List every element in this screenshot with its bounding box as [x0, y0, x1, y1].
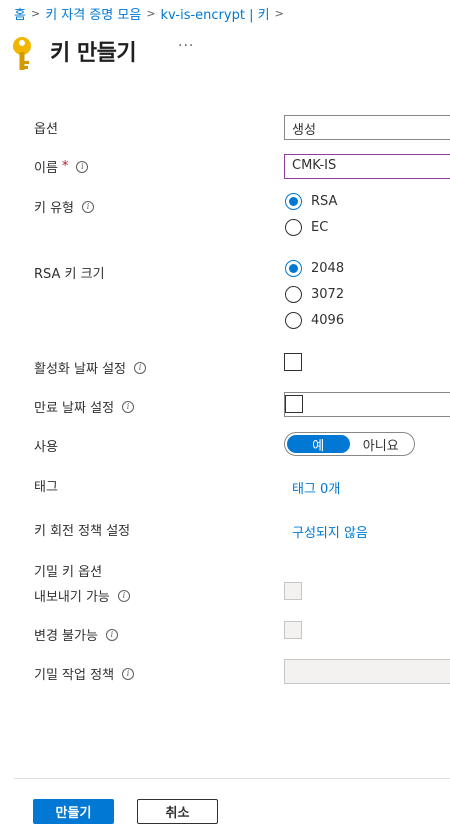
- key-type-ec-radio[interactable]: EC: [285, 219, 328, 236]
- chevron-right-icon: >: [274, 7, 284, 20]
- info-icon[interactable]: i: [122, 400, 135, 413]
- tags-link[interactable]: 태그 0개: [292, 478, 340, 497]
- rsa-size-4096-radio[interactable]: 4096: [285, 312, 344, 329]
- release-policy-label: 기밀 작업 정책 i: [34, 664, 135, 683]
- info-icon[interactable]: i: [82, 200, 95, 213]
- tags-label: 태그: [34, 480, 58, 495]
- activation-date-checkbox[interactable]: [284, 353, 302, 371]
- more-options-button[interactable]: ···: [178, 38, 194, 54]
- chevron-right-icon: >: [146, 7, 156, 20]
- info-icon[interactable]: i: [122, 667, 135, 680]
- radio-icon: [285, 312, 302, 329]
- enabled-toggle[interactable]: 예 아니요: [284, 432, 415, 456]
- chevron-right-icon: >: [30, 7, 41, 20]
- exportable-label: 내보내기 가능 i: [34, 586, 130, 605]
- rotation-policy-link[interactable]: 구성되지 않음: [292, 522, 368, 541]
- page-header: 키 만들기: [10, 28, 137, 74]
- immutable-checkbox[interactable]: [284, 621, 302, 639]
- key-icon: [13, 37, 31, 70]
- info-icon[interactable]: i: [105, 628, 118, 641]
- name-input[interactable]: CMK-IS: [284, 154, 450, 179]
- info-icon[interactable]: i: [134, 361, 146, 374]
- options-dropdown[interactable]: 생성: [284, 115, 450, 140]
- confidential-options-heading: 기밀 키 옵션: [34, 565, 103, 580]
- breadcrumb-vault-keys[interactable]: kv-is-encrypt | 키: [161, 4, 270, 23]
- enabled-yes-option[interactable]: 예: [287, 435, 350, 454]
- cancel-button[interactable]: 취소: [137, 799, 218, 824]
- rsa-key-size-label: RSA 키 크기: [34, 267, 105, 282]
- expiration-date-checkbox[interactable]: [285, 395, 303, 413]
- breadcrumb: 홈 > 키 자격 증명 모음 > kv-is-encrypt | 키 >: [14, 4, 289, 23]
- name-label: 이름 * i: [34, 157, 89, 176]
- release-policy-input[interactable]: [284, 659, 450, 684]
- radio-selected-icon: [285, 193, 302, 210]
- footer-divider: [14, 778, 450, 779]
- enabled-no-option[interactable]: 아니요: [350, 435, 413, 454]
- immutable-label: 변경 불가능 i: [34, 625, 118, 644]
- info-icon[interactable]: i: [76, 160, 89, 173]
- options-label: 옵션: [34, 122, 58, 137]
- activation-date-label: 활성화 날짜 설정 i: [34, 358, 146, 377]
- radio-icon: [285, 219, 302, 236]
- page-title: 키 만들기: [50, 41, 137, 66]
- enabled-label: 사용: [34, 440, 58, 455]
- rsa-size-3072-radio[interactable]: 3072: [285, 286, 344, 303]
- create-button[interactable]: 만들기: [33, 799, 114, 824]
- key-type-label: 키 유형 i: [34, 197, 95, 216]
- breadcrumb-key-vault[interactable]: 키 자격 증명 모음: [45, 4, 141, 23]
- radio-icon: [285, 286, 302, 303]
- rsa-size-2048-radio[interactable]: 2048: [285, 260, 344, 277]
- rotation-policy-label: 키 회전 정책 설정: [34, 524, 131, 539]
- breadcrumb-home[interactable]: 홈: [14, 4, 26, 23]
- radio-selected-icon: [285, 260, 302, 277]
- expiration-date-label: 만료 날짜 설정 i: [34, 397, 135, 416]
- key-type-rsa-radio[interactable]: RSA: [285, 193, 337, 210]
- info-icon[interactable]: i: [117, 589, 130, 602]
- required-marker: *: [61, 159, 69, 174]
- exportable-checkbox[interactable]: [284, 582, 302, 600]
- expiration-date-field: [284, 392, 450, 417]
